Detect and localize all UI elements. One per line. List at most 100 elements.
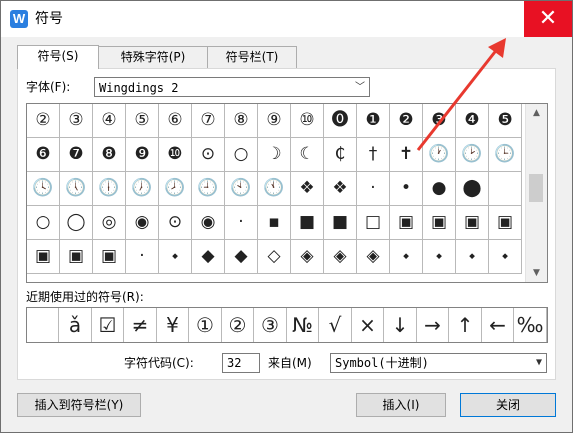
symbol-cell[interactable]: ❿ bbox=[159, 138, 192, 172]
symbol-cell[interactable]: ◉ bbox=[192, 206, 225, 240]
symbol-cell[interactable]: ▪ bbox=[258, 206, 291, 240]
symbol-cell[interactable]: 🕑 bbox=[456, 138, 489, 172]
tab-symbol-bar[interactable]: 符号栏(T) bbox=[207, 46, 297, 68]
symbol-cell[interactable]: ◇ bbox=[258, 240, 291, 274]
recent-symbol-cell[interactable]: √ bbox=[320, 308, 352, 342]
recent-symbol-cell[interactable]: ↑ bbox=[450, 308, 482, 342]
symbol-cell[interactable]: ❾ bbox=[126, 138, 159, 172]
symbol-cell[interactable]: ⬩ bbox=[159, 240, 192, 274]
symbol-cell[interactable]: ▣ bbox=[27, 240, 60, 274]
insert-button[interactable]: 插入(I) bbox=[356, 393, 446, 417]
symbol-cell[interactable]: ⑨ bbox=[258, 104, 291, 138]
recent-symbol-cell[interactable]: ← bbox=[482, 308, 514, 342]
symbol-cell[interactable]: ₵ bbox=[324, 138, 357, 172]
symbol-cell[interactable]: ❹ bbox=[456, 104, 489, 138]
symbol-cell[interactable]: ❽ bbox=[93, 138, 126, 172]
symbol-cell[interactable]: ❺ bbox=[489, 104, 522, 138]
symbol-cell[interactable]: · bbox=[357, 172, 390, 206]
symbol-cell[interactable]: ❷ bbox=[390, 104, 423, 138]
symbol-cell[interactable]: ◎ bbox=[93, 206, 126, 240]
symbol-cell[interactable]: 🕐 bbox=[423, 138, 456, 172]
symbol-cell[interactable] bbox=[489, 172, 522, 206]
symbol-cell[interactable]: 🕒 bbox=[489, 138, 522, 172]
symbol-cell[interactable]: • bbox=[390, 172, 423, 206]
symbol-cell[interactable]: ❻ bbox=[27, 138, 60, 172]
recent-symbol-cell[interactable]: № bbox=[287, 308, 319, 342]
symbol-cell[interactable]: ⊙ bbox=[192, 138, 225, 172]
symbol-cell[interactable]: ⑩ bbox=[291, 104, 324, 138]
recent-symbol-cell[interactable]: ② bbox=[222, 308, 254, 342]
scroll-up-icon[interactable]: ▲ bbox=[526, 104, 547, 122]
symbol-cell[interactable]: ❖ bbox=[324, 172, 357, 206]
symbol-cell[interactable]: ⑥ bbox=[159, 104, 192, 138]
recent-symbol-cell[interactable]: ① bbox=[190, 308, 222, 342]
symbol-cell[interactable]: ❸ bbox=[423, 104, 456, 138]
symbol-cell[interactable]: ○ bbox=[225, 138, 258, 172]
symbol-cell[interactable]: ◉ bbox=[126, 206, 159, 240]
symbol-cell[interactable]: ● bbox=[423, 172, 456, 206]
symbol-cell[interactable]: ⑧ bbox=[225, 104, 258, 138]
recent-symbol-cell[interactable]: ¥ bbox=[157, 308, 189, 342]
symbol-cell[interactable]: ✝ bbox=[390, 138, 423, 172]
symbol-cell[interactable]: ▣ bbox=[423, 206, 456, 240]
symbol-cell[interactable]: ◆ bbox=[225, 240, 258, 274]
symbol-cell[interactable]: 🕖 bbox=[126, 172, 159, 206]
symbol-cell[interactable]: ⑦ bbox=[192, 104, 225, 138]
symbol-cell[interactable]: 🕙 bbox=[225, 172, 258, 206]
symbol-cell[interactable]: 🕓 bbox=[27, 172, 60, 206]
symbol-cell[interactable]: ⊙ bbox=[159, 206, 192, 240]
recent-symbol-cell[interactable]: ③ bbox=[255, 308, 287, 342]
symbol-cell[interactable]: ⬩ bbox=[489, 240, 522, 274]
symbol-cell[interactable]: ⬩ bbox=[456, 240, 489, 274]
symbol-cell[interactable]: ⬤ bbox=[456, 172, 489, 206]
insert-to-symbol-bar-button[interactable]: 插入到符号栏(Y) bbox=[17, 393, 141, 417]
symbol-cell[interactable]: ◈ bbox=[357, 240, 390, 274]
symbol-cell[interactable]: □ bbox=[357, 206, 390, 240]
symbol-cell[interactable]: · bbox=[225, 206, 258, 240]
symbol-cell[interactable]: 🕗 bbox=[159, 172, 192, 206]
symbol-cell[interactable]: ❖ bbox=[291, 172, 324, 206]
recent-symbol-cell[interactable]: × bbox=[352, 308, 384, 342]
symbol-cell[interactable]: ④ bbox=[93, 104, 126, 138]
symbol-cell[interactable]: ❼ bbox=[60, 138, 93, 172]
symbol-cell[interactable]: † bbox=[357, 138, 390, 172]
symbol-cell[interactable]: ❶ bbox=[357, 104, 390, 138]
symbol-cell[interactable]: 🕚 bbox=[258, 172, 291, 206]
symbol-cell[interactable]: ⬩ bbox=[390, 240, 423, 274]
recent-symbol-cell[interactable]: ☑ bbox=[92, 308, 124, 342]
symbol-cell[interactable]: ▣ bbox=[489, 206, 522, 240]
tab-symbols[interactable]: 符号(S) bbox=[17, 45, 99, 69]
symbol-cell[interactable]: ■ bbox=[291, 206, 324, 240]
grid-scrollbar[interactable]: ▲ ▼ bbox=[525, 104, 547, 282]
recent-symbol-cell[interactable]: → bbox=[417, 308, 449, 342]
symbol-cell[interactable]: ▣ bbox=[456, 206, 489, 240]
tab-special-chars[interactable]: 特殊字符(P) bbox=[97, 46, 209, 68]
font-select[interactable]: Wingdings 2 ﹀ bbox=[94, 77, 370, 97]
symbol-cell[interactable]: · bbox=[126, 240, 159, 274]
symbol-cell[interactable]: ◈ bbox=[291, 240, 324, 274]
scroll-thumb[interactable] bbox=[529, 174, 543, 202]
symbol-cell[interactable]: ■ bbox=[324, 206, 357, 240]
symbol-cell[interactable]: ☽ bbox=[258, 138, 291, 172]
scroll-down-icon[interactable]: ▼ bbox=[526, 264, 547, 282]
symbol-cell[interactable]: ② bbox=[27, 104, 60, 138]
symbol-cell[interactable]: ⓿ bbox=[324, 104, 357, 138]
close-dialog-button[interactable]: 关闭 bbox=[460, 393, 556, 417]
recent-symbol-cell[interactable]: ≠ bbox=[125, 308, 157, 342]
close-button[interactable]: ✕ bbox=[524, 1, 572, 37]
symbol-cell[interactable]: ▣ bbox=[93, 240, 126, 274]
recent-symbol-cell[interactable]: ǎ bbox=[60, 308, 92, 342]
symbol-cell[interactable]: ◆ bbox=[192, 240, 225, 274]
charcode-input[interactable]: 32 bbox=[222, 353, 260, 373]
recent-symbol-cell[interactable] bbox=[27, 308, 59, 342]
symbol-cell[interactable]: 🕔 bbox=[60, 172, 93, 206]
symbol-cell[interactable]: 🕕 bbox=[93, 172, 126, 206]
symbol-cell[interactable]: ⑤ bbox=[126, 104, 159, 138]
recent-symbol-cell[interactable]: ‰ bbox=[515, 308, 547, 342]
symbol-cell[interactable]: ⬩ bbox=[423, 240, 456, 274]
symbol-cell[interactable]: ▣ bbox=[60, 240, 93, 274]
symbol-cell[interactable]: 🕘 bbox=[192, 172, 225, 206]
recent-symbol-cell[interactable]: ↓ bbox=[385, 308, 417, 342]
from-select[interactable]: Symbol(十进制) ▼ bbox=[330, 353, 547, 373]
symbol-cell[interactable]: ○ bbox=[27, 206, 60, 240]
